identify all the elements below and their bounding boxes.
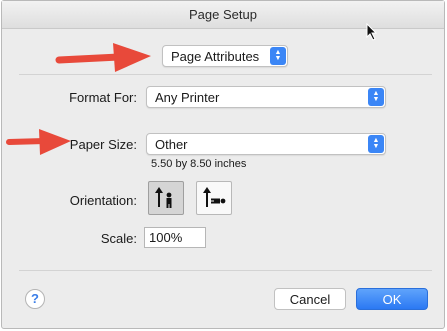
- settings-popup[interactable]: Page Attributes ▲ ▼: [162, 45, 288, 67]
- cancel-button[interactable]: Cancel: [274, 288, 346, 310]
- paper-size-value: Other: [155, 136, 188, 152]
- format-for-value: Any Printer: [155, 89, 220, 105]
- landscape-icon: [203, 187, 226, 207]
- annotation-arrow-icon: [55, 43, 151, 72]
- portrait-icon: [155, 187, 172, 208]
- annotation-arrow-icon: [6, 129, 71, 155]
- scale-label: Scale:: [100, 231, 137, 246]
- bottom-divider: [19, 270, 432, 271]
- paper-dimensions: 5.50 by 8.50 inches: [151, 158, 247, 170]
- orientation-label: Orientation:: [69, 193, 137, 208]
- chevron-updown-icon: ▲ ▼: [368, 135, 384, 153]
- scale-input[interactable]: 100%: [144, 227, 206, 248]
- chevron-updown-icon: ▲ ▼: [368, 88, 384, 106]
- mouse-cursor-icon: [366, 23, 378, 41]
- format-for-popup[interactable]: Any Printer ▲ ▼: [146, 86, 386, 108]
- ok-button[interactable]: OK: [356, 288, 428, 310]
- chevron-updown-icon: ▲ ▼: [270, 47, 286, 65]
- portrait-orientation-button[interactable]: [148, 181, 184, 215]
- format-for-label: Format For:: [69, 90, 137, 105]
- window-title: Page Setup: [189, 7, 257, 22]
- settings-popup-value: Page Attributes: [171, 48, 260, 64]
- help-button[interactable]: ?: [25, 289, 45, 309]
- paper-size-popup[interactable]: Other ▲ ▼: [146, 133, 386, 155]
- landscape-orientation-button[interactable]: [196, 181, 232, 215]
